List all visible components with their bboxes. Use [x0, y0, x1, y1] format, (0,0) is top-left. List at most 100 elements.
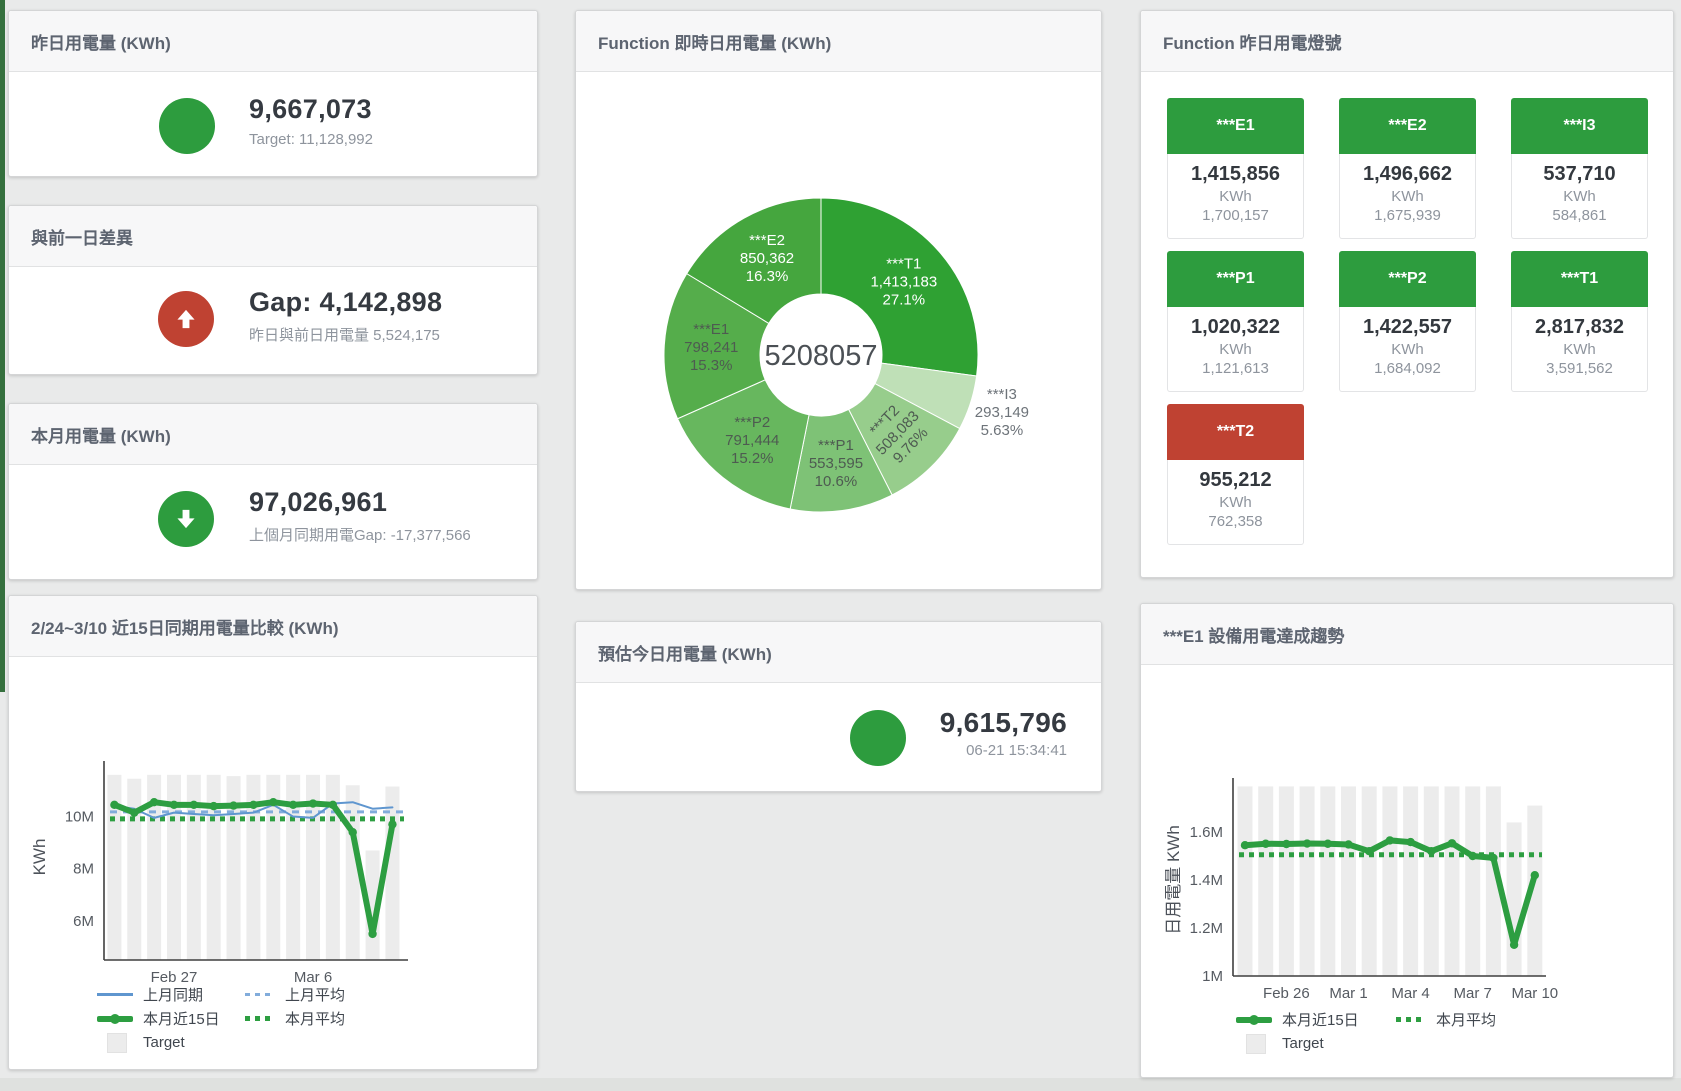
card-header: ***E1 設備用電達成趨勢: [1141, 604, 1673, 665]
tile-unit: KWh: [1512, 341, 1647, 358]
svg-text:1.4M: 1.4M: [1190, 872, 1223, 889]
legend-label: 本月近15日: [1282, 1009, 1378, 1030]
tile-name: ***P1: [1167, 251, 1304, 307]
kpi-value: 9,615,796: [940, 707, 1067, 739]
light-tile-alert: ***T2 955,212 KWh 762,358: [1167, 404, 1304, 545]
legend-label: 上月平均: [285, 984, 345, 1005]
card-title: 本月用電量 (KWh): [31, 422, 171, 447]
svg-text:1.2M: 1.2M: [1190, 920, 1223, 937]
svg-text:791,444: 791,444: [725, 432, 779, 449]
card-estimate-today: 預估今日用電量 (KWh) 9,615,796 06-21 15:34:41: [575, 621, 1102, 792]
donut-center-total: 5208057: [765, 340, 878, 372]
light-tile: ***T1 2,817,832 KWh 3,591,562: [1511, 251, 1648, 392]
light-tile: ***E1 1,415,856 KWh 1,700,157: [1167, 98, 1304, 239]
chart-legend: 本月近15日 本月平均 Target: [1236, 1010, 1514, 1053]
svg-text:***T1: ***T1: [886, 256, 921, 273]
card-yesterday-lights: Function 昨日用電燈號 ***E1 1,415,856 KWh 1,70…: [1140, 10, 1674, 578]
svg-text:15.2%: 15.2%: [731, 450, 774, 467]
card-title: 預估今日用電量 (KWh): [598, 640, 772, 665]
kpi-timestamp: 06-21 15:34:41: [940, 742, 1067, 759]
e1-trend-line-chart: 1M1.2M1.4M1.6MFeb 26Mar 1Mar 4Mar 7Mar 1…: [1141, 665, 1675, 1010]
card-gap-previous-day: 與前一日差異 Gap: 4,142,898 昨日與前日用電量 5,524,175: [8, 205, 538, 375]
tile-name: ***T2: [1167, 404, 1304, 460]
card-title: ***E1 設備用電達成趨勢: [1163, 622, 1344, 647]
svg-text:***E2: ***E2: [749, 232, 785, 249]
tile-name: ***T1: [1511, 251, 1648, 307]
svg-text:Mar 7: Mar 7: [1454, 985, 1492, 1002]
tile-unit: KWh: [1168, 494, 1303, 511]
kpi-subtitle: 上個月同期用電Gap: -17,377,566: [249, 524, 471, 545]
card-header: 本月用電量 (KWh): [9, 404, 537, 465]
tile-target: 1,700,157: [1168, 207, 1303, 224]
card-header: 預估今日用電量 (KWh): [576, 622, 1101, 683]
tile-value: 537,710: [1512, 154, 1647, 186]
legend-line-green-icon: [97, 1016, 133, 1022]
svg-text:10M: 10M: [65, 809, 94, 826]
tile-unit: KWh: [1340, 188, 1475, 205]
card-e1-trend-chart: ***E1 設備用電達成趨勢 1M1.2M1.4M1.6MFeb 26Mar 1…: [1140, 603, 1674, 1078]
card-realtime-donut: Function 即時日用電量 (KWh) ***T11,413,18327.1…: [575, 10, 1102, 590]
svg-text:日用電量 KWh: 日用電量 KWh: [1164, 825, 1183, 935]
card-15day-comparison-chart: 2/24~3/10 近15日同期用電量比較 (KWh) 6M8M10MFeb 2…: [8, 595, 538, 1070]
svg-text:Mar 1: Mar 1: [1329, 985, 1367, 1002]
kpi-value: 9,667,073: [249, 94, 373, 125]
kpi-subtitle: 昨日與前日用電量 5,524,175: [249, 324, 442, 345]
svg-text:27.1%: 27.1%: [883, 292, 926, 309]
kpi-value: 97,026,961: [249, 487, 471, 518]
tile-name: ***E1: [1167, 98, 1304, 154]
chart-legend: 上月同期 上月平均 本月近15日 本月平均 Target: [97, 985, 363, 1052]
legend-line-green-icon: [1236, 1017, 1272, 1023]
kpi-value: Gap: 4,142,898: [249, 287, 442, 318]
card-title: Function 即時日用電量 (KWh): [598, 29, 831, 54]
svg-text:1M: 1M: [1202, 968, 1223, 985]
tile-unit: KWh: [1512, 188, 1647, 205]
tile-unit: KWh: [1340, 341, 1475, 358]
tile-name: ***E2: [1339, 98, 1476, 154]
light-tile: ***P2 1,422,557 KWh 1,684,092: [1339, 251, 1476, 392]
legend-line-blue-icon: [97, 993, 133, 996]
arrow-up-circle-icon: [158, 291, 214, 347]
card-header: Function 即時日用電量 (KWh): [576, 11, 1101, 72]
legend-label: 本月平均: [285, 1008, 345, 1029]
legend-target-swatch-icon: [107, 1033, 127, 1053]
arrow-down-circle-icon: [158, 491, 214, 547]
card-header: 2/24~3/10 近15日同期用電量比較 (KWh): [9, 596, 537, 657]
tile-target: 762,358: [1168, 513, 1303, 530]
svg-text:***E1: ***E1: [693, 321, 729, 338]
tile-unit: KWh: [1168, 188, 1303, 205]
tile-target: 3,591,562: [1512, 360, 1647, 377]
tile-unit: KWh: [1168, 341, 1303, 358]
legend-label: 上月同期: [143, 984, 227, 1005]
svg-text:5.63%: 5.63%: [981, 422, 1024, 439]
tile-value: 1,020,322: [1168, 307, 1303, 339]
kpi-subtitle: Target: 11,128,992: [249, 131, 373, 148]
svg-text:293,149: 293,149: [975, 404, 1029, 421]
light-tile: ***I3 537,710 KWh 584,861: [1511, 98, 1648, 239]
svg-text:***P1: ***P1: [818, 437, 854, 454]
svg-text:16.3%: 16.3%: [746, 268, 789, 285]
svg-text:Mar 4: Mar 4: [1391, 985, 1429, 1002]
card-yesterday-usage: 昨日用電量 (KWh) 9,667,073 Target: 11,128,992: [8, 10, 538, 177]
svg-text:***P2: ***P2: [734, 414, 770, 431]
svg-text:15.3%: 15.3%: [690, 357, 733, 374]
svg-text:1.6M: 1.6M: [1190, 824, 1223, 841]
tile-target: 584,861: [1512, 207, 1647, 224]
donut-slice-label: ***I3293,1495.63%: [975, 386, 1029, 439]
tile-value: 1,415,856: [1168, 154, 1303, 186]
status-circle-icon: [159, 98, 215, 154]
card-title: 昨日用電量 (KWh): [31, 29, 171, 54]
card-title: 2/24~3/10 近15日同期用電量比較 (KWh): [31, 614, 339, 639]
legend-label: 本月平均: [1436, 1009, 1496, 1030]
svg-text:KWh: KWh: [30, 839, 49, 876]
tile-value: 1,422,557: [1340, 307, 1475, 339]
tile-name: ***P2: [1339, 251, 1476, 307]
legend-dotted-green-icon: [1396, 1017, 1426, 1022]
legend-dashed-blue-icon: [245, 993, 275, 996]
page-bottom-strip: [0, 1078, 1681, 1091]
tile-target: 1,121,613: [1168, 360, 1303, 377]
card-title: 與前一日差異: [31, 224, 133, 249]
donut-chart: ***T11,413,18327.1%***I3293,1495.63%***T…: [576, 72, 1103, 591]
comparison-line-chart: 6M8M10MFeb 27Mar 6KWh: [9, 657, 539, 987]
legend-dotted-green-icon: [245, 1016, 275, 1021]
card-header: Function 昨日用電燈號: [1141, 11, 1673, 72]
